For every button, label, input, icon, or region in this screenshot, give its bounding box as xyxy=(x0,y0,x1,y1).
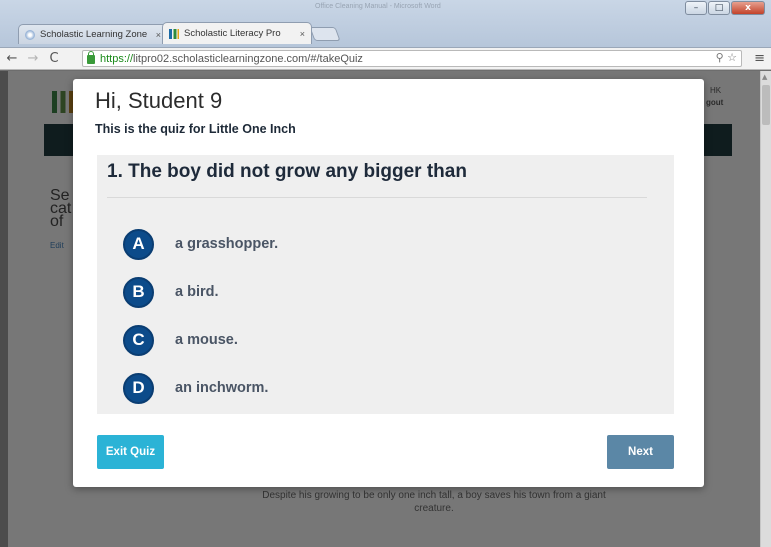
quiz-subtitle: This is the quiz for Little One Inch xyxy=(95,122,296,136)
answer-option-c[interactable]: C a mouse. xyxy=(123,324,238,356)
tab-label: Scholastic Literacy Pro xyxy=(184,28,281,39)
answer-text[interactable]: an inchworm. xyxy=(175,380,268,396)
new-tab-button[interactable] xyxy=(309,27,341,41)
book-description: Despite his growing to be only one inch … xyxy=(262,490,606,514)
reload-button[interactable]: C xyxy=(45,51,63,66)
tab-scholastic-literacy-pro[interactable]: Scholastic Literacy Pro × xyxy=(162,22,312,44)
lock-icon xyxy=(87,51,95,64)
answer-option-d[interactable]: D an inchworm. xyxy=(123,372,268,404)
answer-letter-badge[interactable]: D xyxy=(123,372,154,404)
next-button[interactable]: Next xyxy=(607,435,674,469)
window-controls: – □ x xyxy=(685,1,765,15)
greeting-title: Hi, Student 9 xyxy=(95,88,223,113)
exit-quiz-button[interactable]: Exit Quiz xyxy=(97,435,164,469)
question-panel: 1. The boy did not grow any bigger than … xyxy=(97,155,674,414)
answer-text[interactable]: a bird. xyxy=(175,284,219,300)
page-scrollbar[interactable]: ▲ xyxy=(760,71,771,547)
question-text: 1. The boy did not grow any bigger than xyxy=(107,161,467,182)
browser-toolbar: ← → C https:// litpro02.scholasticlearni… xyxy=(0,48,771,70)
answer-letter-badge[interactable]: B xyxy=(123,276,154,308)
maximize-button[interactable]: □ xyxy=(708,1,730,15)
url-path: litpro02.scholasticlearningzone.com/#/ta… xyxy=(133,52,363,65)
answer-option-b[interactable]: B a bird. xyxy=(123,276,219,308)
minimize-button[interactable]: – xyxy=(685,1,707,15)
tab-scholastic-learning-zone[interactable]: Scholastic Learning Zone × xyxy=(18,24,168,44)
answer-option-a[interactable]: A a grasshopper. xyxy=(123,228,278,260)
logout-link: gout xyxy=(706,98,724,107)
zoom-and-bookmark-icons[interactable]: ⚲ ☆ xyxy=(716,51,737,64)
url-scheme: https:// xyxy=(100,52,134,65)
close-tab-icon[interactable]: × xyxy=(156,30,161,40)
literacy-pro-logo-icon xyxy=(52,91,74,113)
answer-letter-badge[interactable]: C xyxy=(123,324,154,356)
scroll-up-icon[interactable]: ▲ xyxy=(762,73,767,81)
window-titlebar: Office Cleaning Manual - Microsoft Word … xyxy=(0,0,771,48)
back-button[interactable]: ← xyxy=(3,51,21,66)
background-window-title: Office Cleaning Manual - Microsoft Word xyxy=(315,3,441,10)
page-side-text: Se cat of xyxy=(50,187,72,230)
page-left-edge xyxy=(0,71,8,547)
browser-menu-icon[interactable]: ≡ xyxy=(754,51,765,66)
answer-text[interactable]: a mouse. xyxy=(175,332,238,348)
edit-link: Edit xyxy=(50,241,64,250)
forward-button[interactable]: → xyxy=(24,51,42,66)
scroll-thumb[interactable] xyxy=(762,85,770,125)
tab-strip: Scholastic Learning Zone × Scholastic Li… xyxy=(18,22,341,44)
answer-letter-badge[interactable]: A xyxy=(123,228,154,260)
close-tab-icon[interactable]: × xyxy=(300,29,305,39)
divider xyxy=(107,197,647,198)
globe-icon xyxy=(25,29,35,40)
literacy-pro-logo-icon xyxy=(169,28,179,39)
close-window-button[interactable]: x xyxy=(731,1,765,15)
answer-text[interactable]: a grasshopper. xyxy=(175,236,278,252)
tab-label: Scholastic Learning Zone xyxy=(40,29,148,40)
address-bar[interactable]: https:// litpro02.scholasticlearningzone… xyxy=(82,50,742,67)
quiz-modal: Hi, Student 9 This is the quiz for Littl… xyxy=(73,79,704,487)
user-initials: HK xyxy=(710,86,722,95)
